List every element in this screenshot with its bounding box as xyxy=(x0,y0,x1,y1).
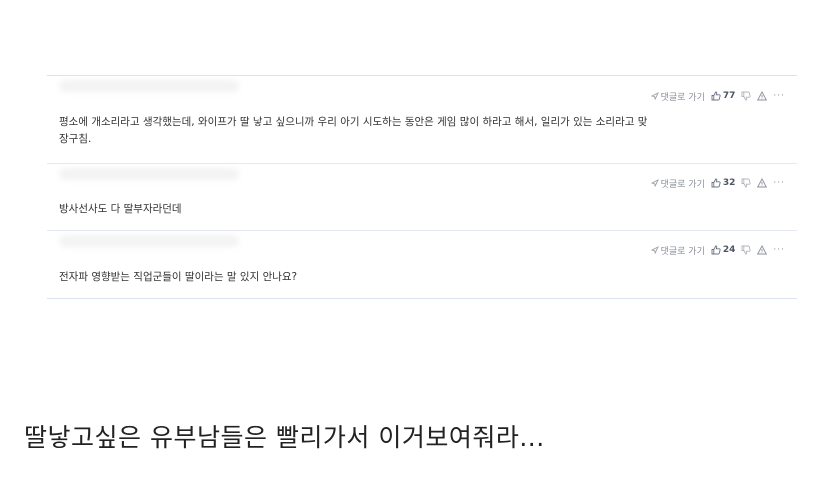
reply-link[interactable]: 댓글로 가기 xyxy=(650,244,705,257)
like-button[interactable]: 24 xyxy=(711,245,736,255)
like-count: 77 xyxy=(722,91,736,101)
comment-list: 댓글로 가기 77 ··· 평소에 개소리라고 생각했는데, 와이프가 딸 낳고… xyxy=(47,75,797,299)
comment-text: 평소에 개소리라고 생각했는데, 와이프가 딸 낳고 싶으니까 우리 아기 시도… xyxy=(59,114,647,148)
like-button[interactable]: 77 xyxy=(711,91,736,101)
thumbs-up-icon xyxy=(711,91,721,101)
reply-link[interactable]: 댓글로 가기 xyxy=(650,177,705,190)
thumbs-up-icon xyxy=(711,178,721,188)
comment-text: 전자파 영향받는 직업군들이 딸이라는 말 있지 안나요? xyxy=(59,269,297,286)
report-warning-icon[interactable] xyxy=(757,245,768,255)
comment-line: 평소에 개소리라고 생각했는데, 와이프가 딸 낳고 싶으니까 우리 아기 시도… xyxy=(59,116,648,128)
comment-item: 댓글로 가기 32 ··· 방사선사도 다 딸부자라던데 xyxy=(47,164,797,231)
more-options-icon[interactable]: ··· xyxy=(773,178,785,188)
comment-actions: 댓글로 가기 24 ··· xyxy=(650,243,785,257)
reply-label: 댓글로 가기 xyxy=(660,179,705,190)
comment-actions: 댓글로 가기 32 ··· xyxy=(650,176,785,190)
thumbs-down-icon[interactable] xyxy=(741,245,752,255)
comment-line: 장구침. xyxy=(59,133,92,145)
thumbs-down-icon[interactable] xyxy=(741,91,752,101)
thumbs-up-icon xyxy=(711,245,721,255)
author-name-blurred xyxy=(59,168,239,180)
comment-item: 댓글로 가기 77 ··· 평소에 개소리라고 생각했는데, 와이프가 딸 낳고… xyxy=(47,76,797,164)
caption-text: 딸낳고싶은 유부남들은 빨리가서 이거보여줘라... xyxy=(24,423,545,452)
like-count: 24 xyxy=(722,245,736,255)
comment-actions: 댓글로 가기 77 ··· xyxy=(650,89,785,103)
reply-arrow-icon xyxy=(650,246,659,254)
reply-link[interactable]: 댓글로 가기 xyxy=(650,90,705,103)
reply-arrow-icon xyxy=(650,179,659,187)
more-options-icon[interactable]: ··· xyxy=(773,245,785,255)
like-count: 32 xyxy=(722,178,736,188)
comment-line: 전자파 영향받는 직업군들이 딸이라는 말 있지 안나요? xyxy=(59,271,298,283)
reply-label: 댓글로 가기 xyxy=(660,246,705,257)
comment-item: 댓글로 가기 24 ··· 전자파 영향받는 직업군들이 딸이라는 말 있지 안… xyxy=(47,231,797,298)
reply-label: 댓글로 가기 xyxy=(660,92,705,103)
comment-text: 방사선사도 다 딸부자라던데 xyxy=(59,201,182,218)
reply-arrow-icon xyxy=(650,92,659,100)
more-options-icon[interactable]: ··· xyxy=(773,91,785,101)
like-button[interactable]: 32 xyxy=(711,178,736,188)
report-warning-icon[interactable] xyxy=(757,178,768,188)
report-warning-icon[interactable] xyxy=(757,91,768,101)
author-name-blurred xyxy=(59,235,239,247)
comment-line: 방사선사도 다 딸부자라던데 xyxy=(59,203,182,215)
thumbs-down-icon[interactable] xyxy=(741,178,752,188)
author-name-blurred xyxy=(59,80,239,92)
